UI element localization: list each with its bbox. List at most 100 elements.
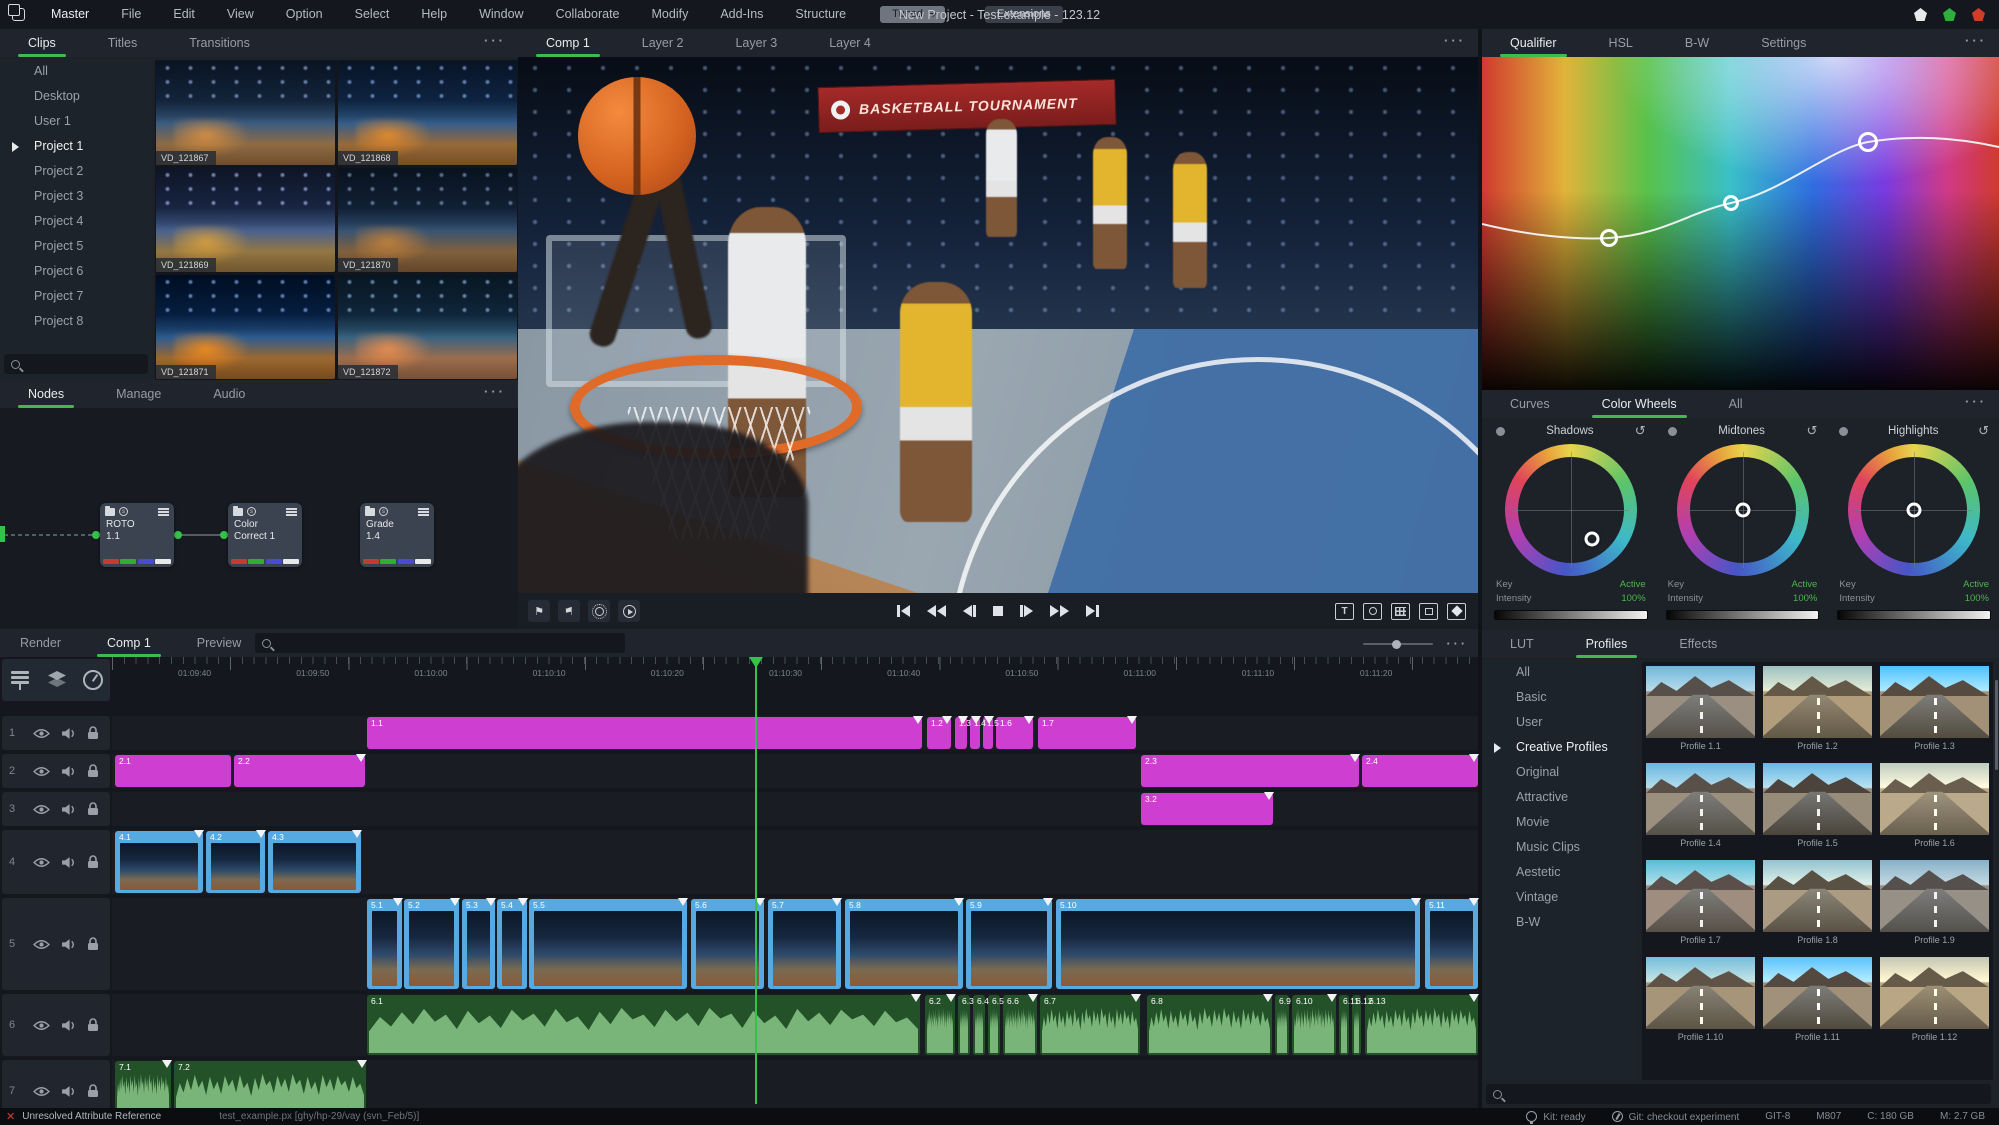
timeline-clip[interactable]: 1.6 bbox=[996, 717, 1033, 749]
profile-thumbnail[interactable]: Profile 1.2 bbox=[1763, 666, 1872, 751]
timeline-clip[interactable]: 6.10 bbox=[1292, 995, 1336, 1055]
viewer-tab[interactable]: Layer 4 bbox=[829, 29, 871, 57]
timeline-clip[interactable]: 1.2 bbox=[927, 717, 951, 749]
timeline-clip[interactable]: 4.3 bbox=[268, 831, 361, 893]
nodes-tab[interactable]: Audio bbox=[213, 380, 245, 408]
clip-marker-icon[interactable] bbox=[1131, 994, 1141, 1002]
node-menu-icon[interactable] bbox=[418, 508, 429, 516]
timeline-clip[interactable]: 6.13 bbox=[1365, 995, 1478, 1055]
timeline-clip[interactable]: 6.8 bbox=[1147, 995, 1272, 1055]
clip-marker-icon[interactable] bbox=[162, 1060, 172, 1068]
timeline-track-lane[interactable]: 1.11.21.31.41.51.61.7 bbox=[112, 716, 1478, 750]
color-wheel[interactable] bbox=[1848, 444, 1980, 576]
profile-thumbnail[interactable]: Profile 1.3 bbox=[1880, 666, 1989, 751]
color-wheel-puck[interactable] bbox=[1907, 503, 1922, 518]
mute-speaker-icon[interactable] bbox=[61, 727, 76, 740]
reset-icon[interactable]: ↺ bbox=[1635, 423, 1646, 439]
menu-item[interactable]: Add-Ins bbox=[704, 0, 779, 29]
timeline-tab[interactable]: Comp 1 bbox=[107, 629, 151, 657]
timeline-track-lane[interactable]: 2.12.22.32.4 bbox=[112, 754, 1478, 788]
lock-icon[interactable] bbox=[87, 802, 99, 816]
bypass-dot-icon[interactable] bbox=[1839, 427, 1848, 436]
menu-item[interactable]: Modify bbox=[636, 0, 705, 29]
profile-category-item[interactable]: Original bbox=[1482, 760, 1638, 785]
visibility-eye-icon[interactable] bbox=[33, 1086, 50, 1097]
status-pentagon-green-icon[interactable] bbox=[1943, 8, 1956, 21]
wheels-more-icon[interactable]: ··· bbox=[1965, 394, 1987, 409]
master-gradient-slider[interactable] bbox=[1494, 610, 1648, 620]
video-preview[interactable]: BASKETBALL TOURNAMENT bbox=[518, 57, 1478, 593]
timeline-clip[interactable]: 3.2 bbox=[1141, 793, 1273, 825]
timeline-clip[interactable]: 1.7 bbox=[1038, 717, 1136, 749]
visibility-eye-icon[interactable] bbox=[33, 804, 50, 815]
visibility-eye-icon[interactable] bbox=[33, 728, 50, 739]
profile-category-item[interactable]: Aestetic bbox=[1482, 860, 1638, 885]
playhead[interactable] bbox=[755, 657, 757, 1104]
reset-icon[interactable]: ↺ bbox=[1806, 423, 1817, 439]
clip-marker-icon[interactable] bbox=[352, 830, 362, 838]
timeline-clip[interactable]: 1.3 bbox=[955, 717, 967, 749]
clips-search[interactable] bbox=[4, 354, 148, 374]
clip-marker-icon[interactable] bbox=[1024, 716, 1034, 724]
profile-category-item[interactable]: Basic bbox=[1482, 685, 1638, 710]
mute-speaker-icon[interactable] bbox=[61, 803, 76, 816]
timeline-clip[interactable]: 5.1 bbox=[367, 899, 402, 989]
qualifier-tab[interactable]: HSL bbox=[1609, 29, 1633, 57]
timeline-clip[interactable]: 5.3 bbox=[462, 899, 495, 989]
timeline-clip[interactable]: 5.10 bbox=[1056, 899, 1420, 989]
timeline-clip[interactable]: 5.6 bbox=[691, 899, 764, 989]
clip-thumbnail[interactable]: VD_121868 bbox=[338, 61, 517, 165]
lock-icon[interactable] bbox=[87, 1018, 99, 1032]
timeline-clip[interactable]: 6.6 bbox=[1003, 995, 1037, 1055]
stop-button[interactable] bbox=[993, 606, 1003, 616]
timeline-track-lane[interactable]: 4.14.24.3 bbox=[112, 830, 1478, 894]
qualifier-tab[interactable]: B-W bbox=[1685, 29, 1709, 57]
timeline-clip[interactable]: 6.4 bbox=[973, 995, 985, 1055]
profile-thumbnail[interactable]: Profile 1.11 bbox=[1763, 957, 1872, 1042]
profile-thumbnail[interactable]: Profile 1.6 bbox=[1880, 763, 1989, 848]
rewind-button[interactable] bbox=[927, 605, 946, 617]
timeline-clip[interactable]: 2.4 bbox=[1362, 755, 1478, 787]
visibility-eye-icon[interactable] bbox=[33, 857, 50, 868]
profile-thumbnail[interactable]: Profile 1.12 bbox=[1880, 957, 1989, 1042]
timeline-clip[interactable]: 2.2 bbox=[234, 755, 365, 787]
graph-input-port[interactable] bbox=[0, 526, 5, 542]
status-pentagon-red-icon[interactable] bbox=[1972, 8, 1985, 21]
mask-view-icon[interactable] bbox=[1363, 603, 1382, 620]
profile-category-item[interactable]: Music Clips bbox=[1482, 835, 1638, 860]
clip-marker-icon[interactable] bbox=[832, 898, 842, 906]
clip-marker-icon[interactable] bbox=[194, 830, 204, 838]
menu-item[interactable]: Collaborate bbox=[540, 0, 636, 29]
profiles-search[interactable] bbox=[1486, 1084, 1991, 1104]
qualifier-tab[interactable]: Qualifier bbox=[1510, 29, 1557, 57]
profiles-search-input[interactable] bbox=[1508, 1088, 1906, 1100]
clip-marker-icon[interactable] bbox=[393, 898, 403, 906]
timeline-clip[interactable]: 5.7 bbox=[768, 899, 841, 989]
timeline-zoom-slider[interactable] bbox=[1363, 643, 1433, 645]
hue-qualifier-map[interactable] bbox=[1482, 57, 1999, 390]
profile-thumbnail[interactable]: Profile 1.1 bbox=[1646, 666, 1755, 751]
play-button[interactable] bbox=[1020, 605, 1033, 617]
clips-tab[interactable]: Clips bbox=[28, 29, 56, 57]
profile-thumbnail[interactable]: Profile 1.8 bbox=[1763, 860, 1872, 945]
node-menu-icon[interactable] bbox=[286, 508, 297, 516]
reset-icon[interactable]: ↺ bbox=[1978, 423, 1989, 439]
menu-item[interactable]: View bbox=[211, 0, 270, 29]
timeline-tab[interactable]: Render bbox=[20, 629, 61, 657]
clip-marker-icon[interactable] bbox=[1028, 994, 1038, 1002]
timeline-clip[interactable]: 6.1 bbox=[367, 995, 920, 1055]
mute-speaker-icon[interactable] bbox=[61, 938, 76, 951]
skip-end-button[interactable] bbox=[1086, 605, 1099, 617]
step-back-button[interactable] bbox=[963, 605, 976, 617]
qualifier-more-icon[interactable]: ··· bbox=[1965, 33, 1987, 48]
clip-marker-icon[interactable] bbox=[913, 716, 923, 724]
skip-start-button[interactable] bbox=[897, 605, 910, 617]
profiles-scrollbar[interactable] bbox=[1995, 680, 1998, 770]
profile-category-item[interactable]: Movie bbox=[1482, 810, 1638, 835]
extensions-button[interactable]: Extensions bbox=[985, 6, 1063, 23]
timeline-clip[interactable]: 5.8 bbox=[845, 899, 963, 989]
text-safe-icon[interactable]: T bbox=[1335, 603, 1354, 620]
clip-marker-icon[interactable] bbox=[357, 1060, 367, 1068]
clip-thumbnail[interactable]: VD_121869 bbox=[156, 168, 335, 272]
timeline-clip[interactable]: 6.5 bbox=[988, 995, 1000, 1055]
